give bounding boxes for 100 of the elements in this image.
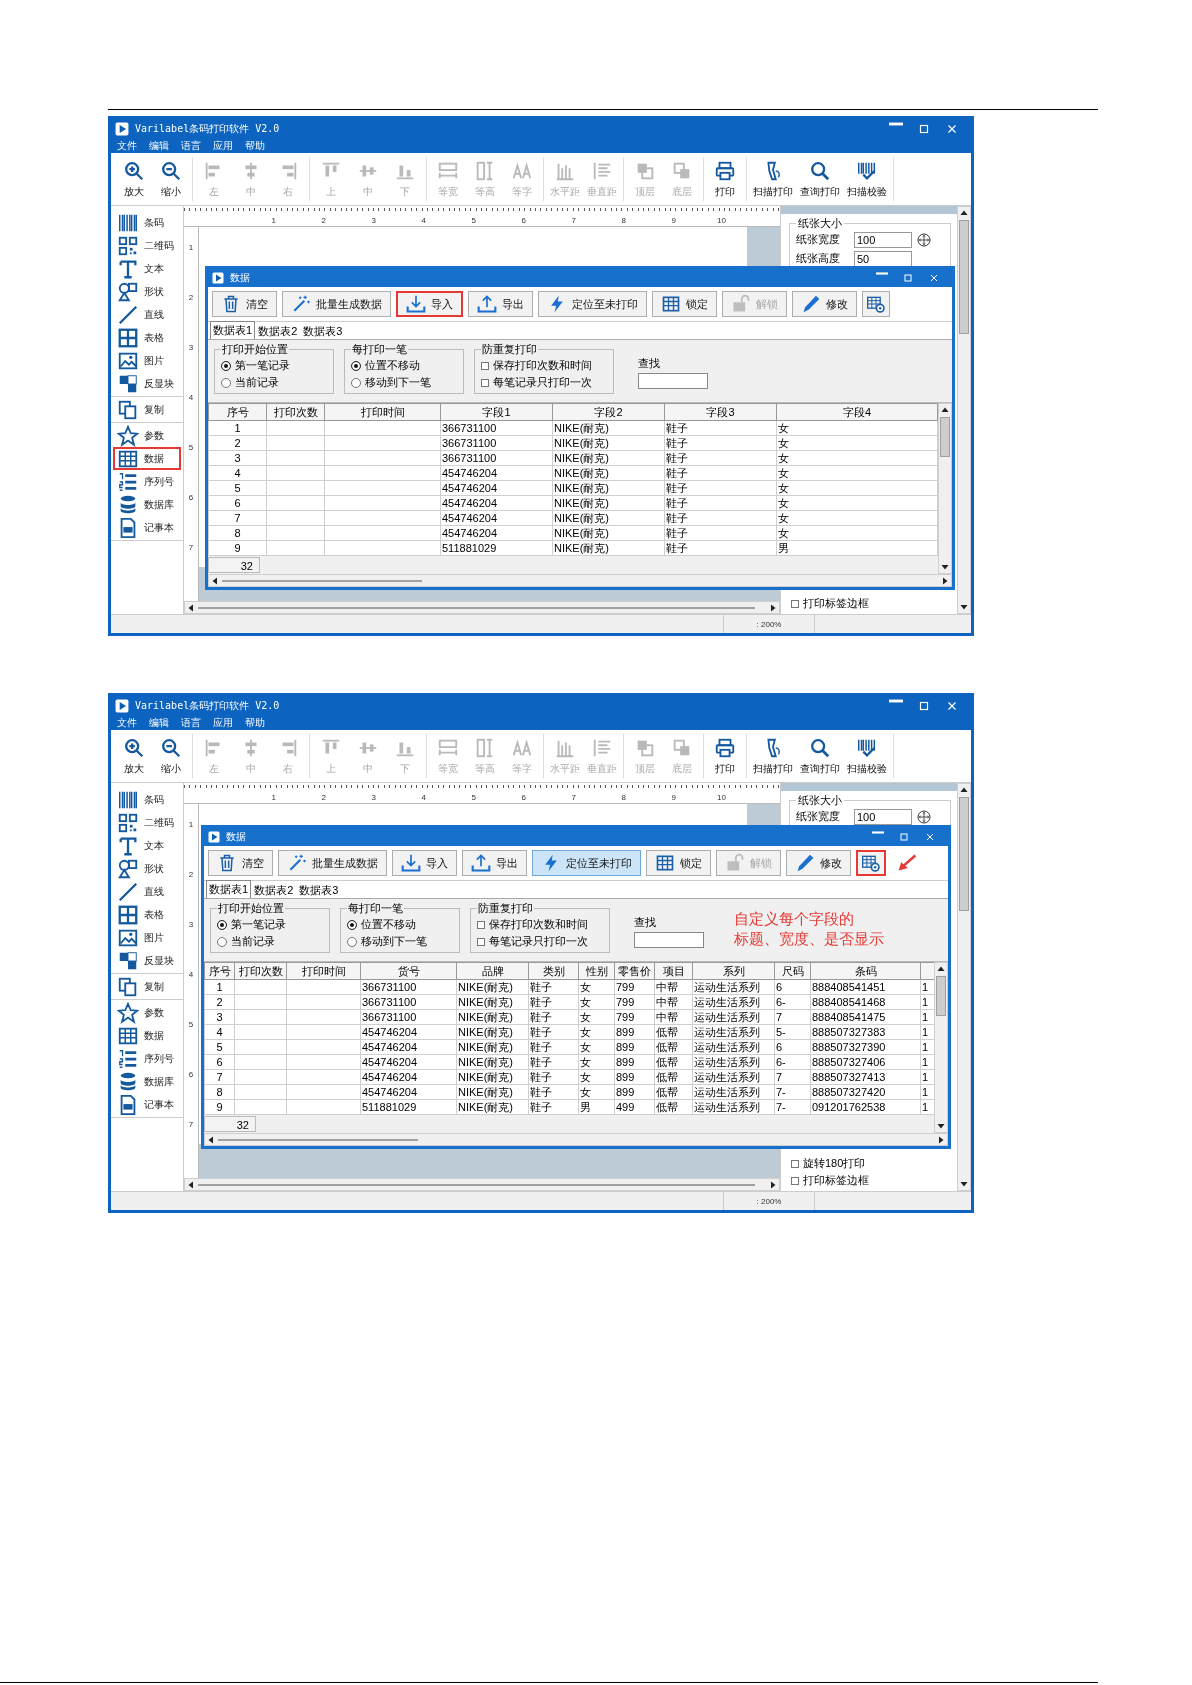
column-header[interactable]: 打印次数 [234,962,287,980]
tab[interactable]: 数据表1 [210,321,256,339]
radio-button[interactable]: 当前记录 [217,933,323,950]
toolbar-button[interactable]: 锁定 [646,850,711,876]
column-header[interactable]: 货号 [360,962,457,980]
column-header[interactable]: 打印时间 [324,403,441,421]
horizontal-scrollbar[interactable] [208,574,952,587]
toolbar-button[interactable]: 定位至未打印 [538,291,647,317]
sidebar-item[interactable]: 二维码 [113,234,181,257]
horizontal-scrollbar[interactable] [184,1178,780,1191]
toolbar-button[interactable]: 缩小 [154,736,188,776]
column-header[interactable]: 打印次数 [266,403,325,421]
radio-indicator[interactable] [217,919,227,930]
menu-item[interactable]: 文件 [117,716,137,730]
sidebar-item[interactable]: 数据 [113,1024,181,1047]
icon-button[interactable] [862,291,890,317]
toolbar-button[interactable]: 定位至未打印 [532,850,641,876]
vertical-scrollbar[interactable] [934,962,948,1133]
sidebar-item[interactable]: 图片 [113,349,181,372]
menu-item[interactable]: 文件 [117,139,137,153]
radio-button[interactable]: 第一笔记录 [221,357,327,374]
toolbar-button[interactable]: 打印 [708,736,742,776]
radio-button[interactable]: 移动到下一笔 [351,374,457,391]
scrollbar-thumb[interactable] [936,976,946,1017]
sidebar-item[interactable]: 表格 [113,326,181,349]
column-header[interactable]: 字段4 [776,403,938,421]
search-field[interactable] [634,932,704,948]
checkbox[interactable]: 打印标签边框 [791,1172,957,1189]
horizontal-scrollbar[interactable] [184,601,780,614]
sidebar-item[interactable]: 数据库 [113,493,181,516]
sidebar-item[interactable]: 形状 [113,857,181,880]
column-header[interactable]: 序号 [208,403,267,421]
sidebar-item[interactable]: 条码 [113,788,181,811]
toolbar-button[interactable]: 查询打印 [798,736,842,776]
radio-indicator[interactable] [351,377,361,388]
checkbox[interactable]: 每笔记录只打印一次 [477,933,603,950]
sidebar-item[interactable]: 复制 [113,398,181,421]
menu-item[interactable]: 帮助 [245,716,265,730]
menu-item[interactable]: 语言 [181,139,201,153]
toolbar-button[interactable]: 修改 [786,850,851,876]
checkbox[interactable]: 每笔记录只打印一次 [481,374,607,391]
radio-button[interactable]: 第一笔记录 [217,916,323,933]
tab[interactable]: 数据表2 [251,882,297,898]
toolbar-button[interactable]: 清空 [212,291,277,317]
radio-indicator[interactable] [221,360,231,371]
column-header[interactable]: 打印时间 [286,962,361,980]
sidebar-item[interactable]: 文本 [113,257,181,280]
toolbar-button[interactable]: 导入 [396,291,463,317]
radio-button[interactable]: 移动到下一笔 [347,933,453,950]
toolbar-button[interactable]: 扫描校验 [845,736,889,776]
sidebar-item[interactable]: 数据 [113,447,181,470]
toolbar-button[interactable]: 缩小 [154,159,188,199]
scrollbar-thumb[interactable] [218,1138,419,1141]
toolbar-button[interactable]: 批量生成数据 [278,850,387,876]
sidebar-item[interactable]: 参数 [113,1001,181,1024]
menu-item[interactable]: 应用 [213,716,233,730]
scrollbar-thumb[interactable] [198,606,755,609]
scrollbar-thumb[interactable] [959,220,969,334]
column-header[interactable]: 品牌 [456,962,529,980]
sidebar-item[interactable]: 复制 [113,975,181,998]
tab[interactable]: 数据表3 [296,882,342,898]
toolbar-button[interactable]: 修改 [792,291,857,317]
sidebar-item[interactable]: 反显块 [113,372,181,395]
radio-indicator[interactable] [351,360,361,371]
checkbox-indicator[interactable] [477,937,485,946]
column-header[interactable]: 尺码 [774,962,811,980]
tab[interactable]: 数据表2 [255,323,301,339]
radio-indicator[interactable] [217,936,227,947]
toolbar-button[interactable]: 打印 [708,159,742,199]
vertical-scrollbar[interactable] [957,783,971,1191]
radio-button[interactable]: 当前记录 [221,374,327,391]
checkbox-indicator[interactable] [477,920,485,929]
menu-item[interactable]: 应用 [213,139,233,153]
column-header[interactable]: 条码 [810,962,921,980]
toolbar-button[interactable]: 查询打印 [798,159,842,199]
checkbox[interactable]: 保存打印次数和时间 [481,357,607,374]
tab[interactable]: 数据表3 [300,323,346,339]
menu-item[interactable]: 编辑 [149,139,169,153]
sidebar-item[interactable]: 文本 [113,834,181,857]
toolbar-button[interactable]: 扫描打印 [751,736,795,776]
radio-indicator[interactable] [221,377,231,388]
sidebar-item[interactable]: 表格 [113,903,181,926]
sidebar-item[interactable]: 图片 [113,926,181,949]
menu-item[interactable]: 编辑 [149,716,169,730]
column-header[interactable]: 系列 [692,962,775,980]
input-field[interactable]: 100 [854,808,912,825]
menu-item[interactable]: 帮助 [245,139,265,153]
checkbox-indicator[interactable] [481,378,489,387]
scrollbar-thumb[interactable] [222,579,423,582]
sidebar-item[interactable]: 记事本 [113,1093,181,1116]
column-header[interactable]: 类别 [528,962,579,980]
sidebar-item[interactable]: 序列号 [113,1047,181,1070]
column-header[interactable]: 字段3 [664,403,777,421]
sidebar-item[interactable]: 记事本 [113,516,181,539]
scrollbar-thumb[interactable] [940,417,950,458]
sidebar-item[interactable]: 直线 [113,880,181,903]
column-header[interactable]: 性别 [578,962,615,980]
menu-item[interactable]: 语言 [181,716,201,730]
vertical-scrollbar[interactable] [938,403,952,574]
toolbar-button[interactable]: 放大 [117,159,151,199]
